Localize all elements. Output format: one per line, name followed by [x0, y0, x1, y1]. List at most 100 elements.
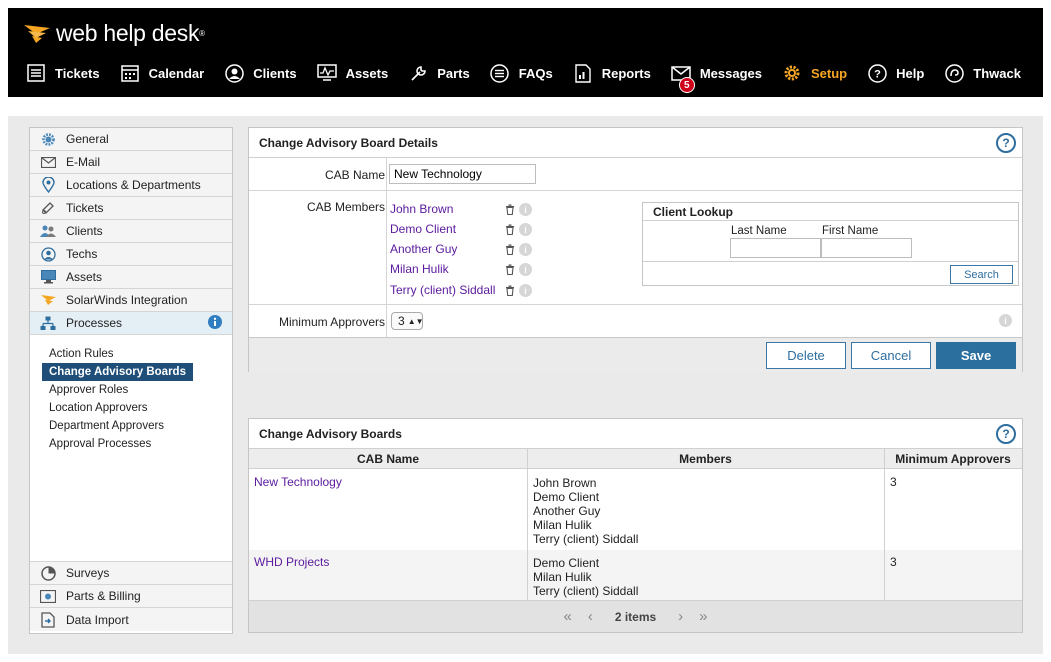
member-link[interactable]: Demo Client	[390, 222, 456, 236]
submenu-approver-roles[interactable]: Approver Roles	[42, 381, 135, 399]
member-link[interactable]: Another Guy	[390, 242, 457, 256]
monitor-icon	[40, 269, 56, 285]
col-members[interactable]: Members	[527, 449, 884, 469]
submenu-change-advisory-boards[interactable]: Change Advisory Boards	[42, 363, 193, 381]
nav-messages[interactable]: 5 Messages	[671, 63, 762, 93]
sidebar-item-processes[interactable]: Processes	[30, 312, 232, 335]
nav-reports[interactable]: Reports	[573, 63, 651, 83]
info-icon[interactable]: i	[519, 284, 532, 297]
search-button[interactable]: Search	[950, 265, 1013, 284]
sidebar-item-techs[interactable]: Techs	[30, 243, 232, 266]
cab-details-panel: Change Advisory Board Details ? CAB Name…	[248, 127, 1023, 372]
min-approvers-select[interactable]: 3 ▲▼	[391, 312, 424, 330]
thwack-icon	[944, 63, 964, 83]
tech-icon	[40, 246, 56, 262]
submenu-location-approvers[interactable]: Location Approvers	[42, 399, 154, 417]
sidebar-item-locations[interactable]: Locations & Departments	[30, 174, 232, 197]
info-icon[interactable]: i	[519, 263, 532, 276]
min-approvers-row: Minimum Approvers 3 ▲▼ i	[249, 305, 1022, 338]
member-actions: i	[505, 263, 532, 276]
info-icon[interactable]: i	[519, 223, 532, 236]
nav-help[interactable]: ? Help	[867, 63, 924, 83]
help-icon[interactable]: ?	[996, 133, 1016, 153]
pager-count: 2 items	[614, 609, 657, 624]
submenu-department-approvers[interactable]: Department Approvers	[42, 417, 171, 435]
trash-icon[interactable]	[505, 285, 515, 296]
info-icon[interactable]: i	[519, 243, 532, 256]
col-min-approvers[interactable]: Minimum Approvers	[884, 449, 1022, 469]
sidebar-item-solarwinds[interactable]: SolarWinds Integration	[30, 289, 232, 312]
client-lookup: Client Lookup Last Name First Name Searc…	[642, 202, 1019, 286]
submenu-approval-processes[interactable]: Approval Processes	[42, 435, 158, 453]
member-link[interactable]: Terry (client) Siddall	[390, 283, 495, 297]
cab-name-link[interactable]: New Technology	[254, 475, 342, 489]
members-cell: Demo Client Milan Hulik Terry (client) S…	[533, 556, 639, 598]
cab-name-input[interactable]	[389, 164, 536, 184]
member-link[interactable]: Milan Hulik	[390, 262, 449, 276]
member-actions: i	[505, 223, 532, 236]
help-icon[interactable]: ?	[996, 424, 1016, 444]
nav-calendar[interactable]: Calendar	[120, 63, 204, 83]
sidebar-item-general[interactable]: General	[30, 128, 232, 151]
first-page-icon[interactable]: «	[563, 608, 571, 625]
monitor-icon	[316, 63, 337, 83]
trash-icon[interactable]	[505, 204, 515, 215]
client-lookup-title: Client Lookup	[643, 203, 1018, 221]
min-approvers-cell: 3	[890, 475, 897, 489]
nav-clients[interactable]: Clients	[224, 63, 297, 83]
members-cell: John Brown Demo Client Another Guy Milan…	[533, 476, 639, 546]
wrench-icon	[408, 63, 428, 83]
last-name-label: Last Name	[731, 225, 787, 237]
svg-text:?: ?	[874, 68, 881, 80]
users-icon	[40, 223, 56, 239]
member-link[interactable]: John Brown	[390, 202, 453, 216]
first-name-input[interactable]	[821, 238, 912, 258]
cancel-button[interactable]: Cancel	[851, 342, 931, 369]
logo[interactable]: web help desk ®	[22, 20, 205, 46]
cab-list-panel: Change Advisory Boards ? CAB Name Member…	[248, 418, 1023, 633]
nav-parts[interactable]: Parts	[408, 63, 470, 83]
envelope-icon	[40, 154, 56, 170]
cab-members-row: CAB Members John Brown Demo Client Anoth…	[249, 191, 1022, 305]
next-page-icon[interactable]: ›	[678, 608, 683, 625]
nav-setup[interactable]: Setup	[782, 63, 847, 83]
gear-icon	[40, 131, 56, 147]
messages-badge: 5	[678, 77, 695, 93]
member-actions: i	[505, 203, 532, 216]
delete-button[interactable]: Delete	[766, 342, 846, 369]
sidebar-item-parts-billing[interactable]: Parts & Billing	[30, 585, 232, 608]
table-row: New Technology John Brown Demo Client An…	[249, 470, 1022, 550]
save-button[interactable]: Save	[936, 342, 1016, 369]
trash-icon[interactable]	[505, 244, 515, 255]
info-icon[interactable]: i	[519, 203, 532, 216]
pagination: « ‹ 2 items › »	[249, 600, 1022, 632]
panel-title: Change Advisory Boards	[249, 419, 1022, 449]
top-bar: web help desk ® Tickets Calendar Clients …	[8, 8, 1043, 97]
last-page-icon[interactable]: »	[699, 608, 707, 625]
sidebar-item-data-import[interactable]: Data Import	[30, 608, 232, 631]
trash-icon[interactable]	[505, 264, 515, 275]
sidebar-item-email[interactable]: E-Mail	[30, 151, 232, 174]
logo-text: web help desk	[56, 19, 200, 46]
trash-icon[interactable]	[505, 224, 515, 235]
sidebar-item-assets[interactable]: Assets	[30, 266, 232, 289]
nav-faqs[interactable]: FAQs	[490, 63, 553, 83]
solarwinds-logo-icon	[24, 25, 50, 43]
processes-submenu: Action Rules Change Advisory Boards Appr…	[30, 335, 232, 562]
sidebar-item-tickets[interactable]: Tickets	[30, 197, 232, 220]
cab-name-link[interactable]: WHD Projects	[254, 555, 329, 569]
col-cab-name[interactable]: CAB Name	[249, 449, 527, 469]
nav-assets[interactable]: Assets	[316, 63, 388, 83]
cab-members-label: CAB Members	[306, 200, 385, 214]
pie-chart-icon	[40, 565, 56, 581]
nav-thwack[interactable]: Thwack	[944, 63, 1021, 83]
info-icon[interactable]: i	[999, 314, 1012, 327]
sidebar-item-clients[interactable]: Clients	[30, 220, 232, 243]
submenu-action-rules[interactable]: Action Rules	[42, 345, 121, 363]
min-approvers-label: Minimum Approvers	[278, 315, 385, 329]
prev-page-icon[interactable]: ‹	[588, 608, 593, 625]
nav-tickets[interactable]: Tickets	[26, 63, 100, 83]
info-icon[interactable]	[208, 314, 222, 332]
last-name-input[interactable]	[730, 238, 821, 258]
sidebar-item-surveys[interactable]: Surveys	[30, 562, 232, 585]
